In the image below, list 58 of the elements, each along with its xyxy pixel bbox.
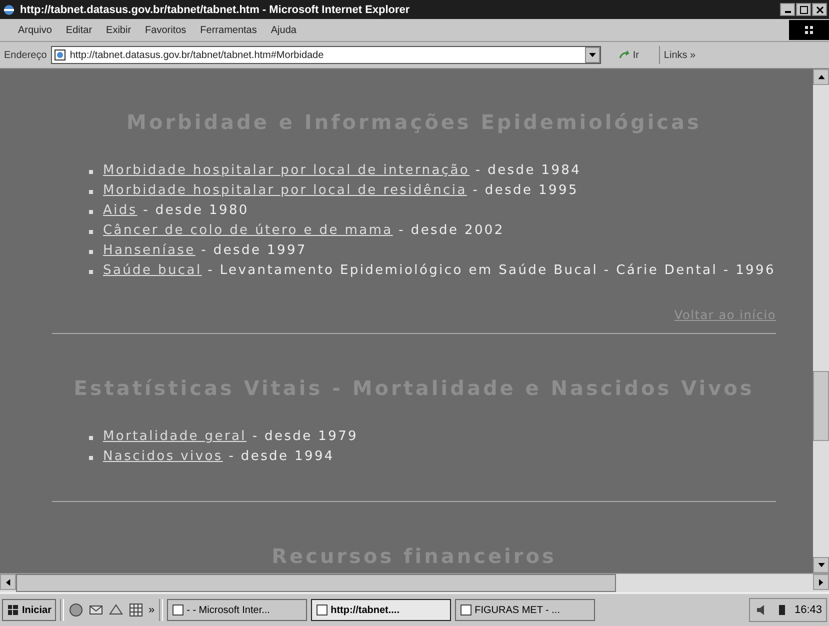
close-button[interactable] bbox=[812, 3, 827, 16]
vertical-scrollbar[interactable] bbox=[813, 69, 829, 573]
menu-item[interactable]: Favoritos bbox=[145, 24, 186, 36]
scrollbar-thumb[interactable] bbox=[16, 574, 616, 592]
link[interactable]: Câncer de colo de útero e de mama bbox=[103, 223, 393, 238]
address-field[interactable]: http://tabnet.datasus.gov.br/tabnet/tabnet.htm#Morbidade bbox=[50, 46, 601, 64]
window-icon bbox=[172, 604, 184, 616]
list-item: Nascidos vivos - desde 1994 bbox=[103, 448, 334, 466]
menu-item[interactable]: Ajuda bbox=[270, 24, 296, 36]
list-item: Câncer de colo de útero e de mama - desde 2002 bbox=[103, 222, 504, 240]
links-button[interactable]: Links » bbox=[664, 50, 696, 60]
list-item: Morbidade hospitalar por local de internação - desde 1984 bbox=[103, 162, 582, 180]
taskbar-button[interactable]: - - Microsoft Inter... bbox=[166, 599, 307, 621]
windows-logo bbox=[7, 604, 19, 616]
link[interactable]: Hanseníase bbox=[103, 243, 196, 258]
throbber-logo bbox=[789, 20, 829, 40]
link[interactable]: Nascidos vivos bbox=[103, 449, 223, 464]
scrollbar-thumb[interactable] bbox=[813, 371, 829, 441]
right-arrow-icon[interactable] bbox=[818, 578, 824, 586]
left-arrow-icon[interactable] bbox=[6, 578, 10, 586]
up-arrow-icon[interactable] bbox=[818, 74, 824, 80]
browser-icon bbox=[2, 2, 16, 16]
dropdown-button[interactable] bbox=[584, 47, 600, 63]
list-item: Aids - desde 1980 bbox=[103, 202, 249, 220]
menu-item[interactable]: Editar bbox=[66, 24, 92, 36]
arrow-icon bbox=[618, 50, 631, 60]
taskbar-button[interactable]: http://tabnet.... bbox=[310, 599, 451, 621]
menu-item[interactable]: Arquivo bbox=[18, 24, 52, 36]
window-title: http://tabnet.datasus.gov.br/tabnet/tabnet.htm - Microsoft Internet Explorer bbox=[20, 4, 411, 16]
list-item: Hanseníase - desde 1997 bbox=[103, 242, 307, 260]
minimize-icon bbox=[784, 11, 790, 13]
list-item: Saúde bucal - Levantamento Epidemiológico em Saúde Bucal - Cárie Dental - 1996 bbox=[103, 262, 776, 280]
link[interactable]: Mortalidade geral bbox=[103, 429, 246, 444]
close-icon bbox=[816, 6, 824, 14]
link[interactable]: Aids bbox=[103, 203, 138, 218]
link[interactable]: Morbidade hospitalar por local de residência bbox=[103, 183, 467, 198]
window-icon bbox=[316, 604, 328, 616]
link[interactable]: Morbidade hospitalar por local de internação bbox=[103, 163, 470, 178]
list-item: Mortalidade geral - desde 1979 bbox=[103, 428, 358, 446]
maximize-button[interactable] bbox=[796, 3, 811, 16]
minimize-button[interactable] bbox=[780, 3, 795, 16]
window-icon bbox=[460, 604, 472, 616]
link[interactable]: Saúde bucal bbox=[103, 263, 202, 278]
list-item: Morbidade hospitalar por local de residência - desde 1995 bbox=[103, 182, 578, 200]
page-icon bbox=[54, 49, 66, 61]
horizontal-scrollbar[interactable] bbox=[0, 573, 829, 592]
taskbar-button[interactable]: FIGURAS MET - ... bbox=[454, 599, 595, 621]
clock: 16:43 bbox=[794, 604, 822, 616]
start-button[interactable]: Iniciar bbox=[2, 599, 56, 621]
go-button[interactable]: Ir bbox=[614, 50, 643, 60]
menu-item[interactable]: Ferramentas bbox=[200, 24, 257, 36]
more-button[interactable]: » bbox=[148, 604, 155, 616]
menu-item[interactable]: Exibir bbox=[106, 24, 132, 36]
address-label: Endereço bbox=[4, 50, 47, 60]
caret-icon bbox=[588, 52, 596, 58]
down-arrow-icon[interactable] bbox=[818, 562, 824, 568]
grid-icon[interactable] bbox=[128, 602, 144, 618]
maximize-icon bbox=[800, 6, 808, 14]
